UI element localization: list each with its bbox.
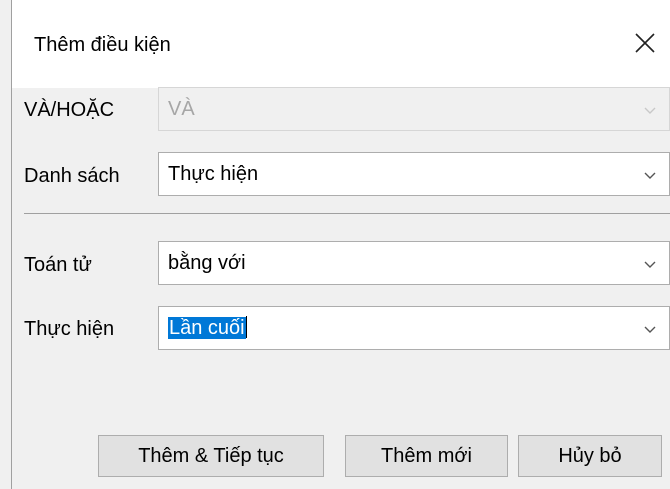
dialog-titlebar: Thêm điều kiện: [12, 0, 670, 88]
list-label: Danh sách: [24, 165, 120, 187]
perform-label: Thực hiện: [24, 318, 115, 340]
operator-select[interactable]: bằng với: [158, 241, 670, 285]
add-condition-dialog: Thêm điều kiện VÀ/HOẶC VÀ Danh sách Thực…: [11, 0, 670, 489]
and-or-value: VÀ: [168, 98, 195, 120]
add-continue-button[interactable]: Thêm & Tiếp tục: [98, 435, 324, 477]
perform-value-wrap[interactable]: Lần cuối: [168, 316, 247, 340]
text-caret: [245, 316, 247, 338]
dialog-title: Thêm điều kiện: [34, 34, 171, 56]
and-or-select: VÀ: [158, 87, 670, 131]
chevron-down-icon: [643, 168, 657, 182]
perform-combobox[interactable]: Lần cuối: [158, 306, 670, 350]
operator-value: bằng với: [168, 252, 246, 274]
chevron-down-icon: [643, 103, 657, 117]
list-value: Thực hiện: [168, 163, 259, 185]
add-new-button[interactable]: Thêm mới: [345, 435, 508, 477]
operator-label: Toán tử: [24, 254, 92, 276]
perform-value[interactable]: Lần cuối: [168, 317, 246, 339]
and-or-label: VÀ/HOẶC: [24, 99, 115, 121]
list-select[interactable]: Thực hiện: [158, 152, 670, 196]
cancel-button[interactable]: Hủy bỏ: [518, 435, 662, 477]
section-divider: [24, 213, 670, 214]
chevron-down-icon[interactable]: [643, 322, 657, 336]
close-icon[interactable]: [630, 28, 660, 58]
chevron-down-icon: [643, 257, 657, 271]
